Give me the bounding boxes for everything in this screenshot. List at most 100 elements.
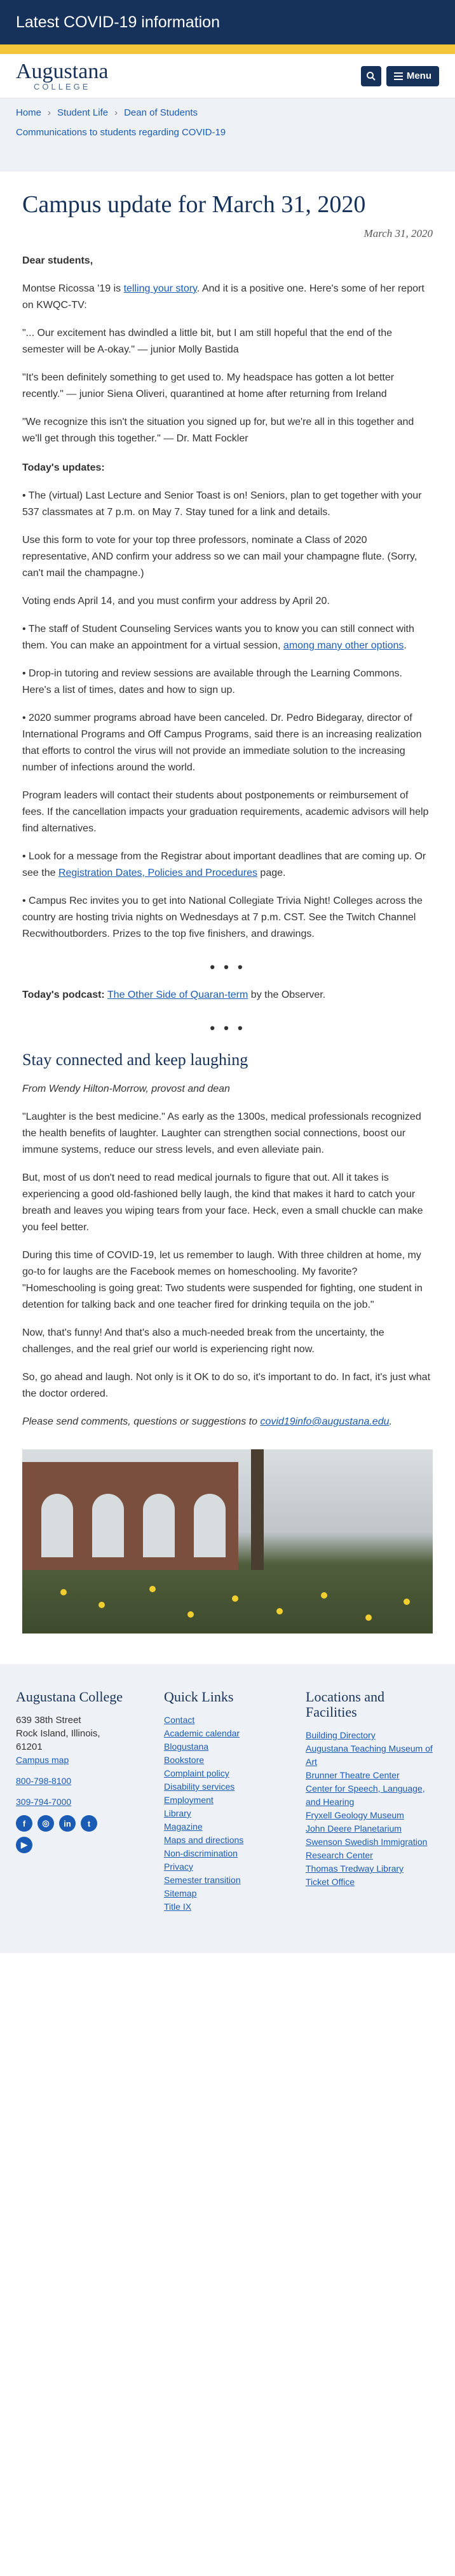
- laughter-paragraph-2: But, most of us don't need to read medic…: [22, 1172, 423, 1233]
- closing-end: .: [389, 1416, 392, 1427]
- menu-button[interactable]: Menu: [386, 65, 439, 86]
- covid-banner-text[interactable]: Latest COVID-19 information: [16, 13, 220, 32]
- instagram-icon[interactable]: ◎: [37, 1815, 54, 1832]
- gold-stripe: [0, 44, 455, 54]
- hamburger-icon: [393, 72, 403, 80]
- section-divider: • • •: [210, 1020, 245, 1036]
- footer-address-line: Rock Island, Illinois,: [16, 1728, 100, 1739]
- footer-college-name: Augustana College: [16, 1689, 123, 1705]
- location-link[interactable]: Building Directory: [306, 1729, 439, 1742]
- campus-photo: [22, 1449, 433, 1633]
- page-title: Campus update for March 31, 2020: [22, 191, 366, 218]
- intro-text: Montse Ricossa '19 is: [22, 283, 124, 294]
- linkedin-icon[interactable]: in: [59, 1815, 76, 1832]
- quick-link[interactable]: Complaint policy: [164, 1767, 278, 1780]
- photo-daffodil: [98, 1602, 105, 1608]
- phone-link-2[interactable]: 309-794-7000: [16, 1795, 137, 1809]
- quick-link[interactable]: Sitemap: [164, 1887, 278, 1900]
- photo-tree: [251, 1449, 264, 1570]
- quick-link[interactable]: Privacy: [164, 1860, 278, 1874]
- photo-daffodil: [149, 1586, 156, 1592]
- quick-link[interactable]: Library: [164, 1807, 278, 1820]
- podcast-text-end: by the Observer.: [248, 989, 326, 1000]
- location-link[interactable]: Center for Speech, Language, and Hearing: [306, 1782, 439, 1809]
- quote-siena: "It's been definitely something to get u…: [22, 372, 395, 399]
- facebook-icon[interactable]: f: [16, 1815, 32, 1832]
- telling-your-story-link[interactable]: telling your story: [124, 283, 197, 294]
- quick-link[interactable]: Bookstore: [164, 1754, 278, 1767]
- section-title: Stay connected and keep laughing: [22, 1050, 248, 1069]
- youtube-icon[interactable]: ▶: [16, 1837, 32, 1853]
- photo-daffodil: [404, 1599, 410, 1605]
- logo-subtext: COLLEGE: [34, 82, 91, 91]
- closing-text: Please send comments, questions or sugge…: [22, 1416, 257, 1427]
- footer-address-line: 61201: [16, 1741, 43, 1752]
- quick-link[interactable]: Magazine: [164, 1820, 278, 1834]
- location-link[interactable]: John Deere Planetarium: [306, 1822, 439, 1835]
- quick-link[interactable]: Title IX: [164, 1900, 278, 1914]
- quick-link[interactable]: Non-discrimination: [164, 1847, 278, 1860]
- quick-link[interactable]: Maps and directions: [164, 1834, 278, 1847]
- social-links: f ◎ in t ▶: [16, 1815, 118, 1853]
- phone-link-1[interactable]: 800-798-8100: [16, 1774, 137, 1788]
- podcast-link[interactable]: The Other Side of Quaran-term: [107, 989, 248, 1000]
- breadcrumb-home[interactable]: Home: [16, 107, 41, 118]
- search-button[interactable]: [360, 65, 381, 86]
- photo-arch: [92, 1494, 124, 1557]
- logo-wordmark: Augustana: [16, 60, 109, 83]
- augustana-logo[interactable]: Augustana COLLEGE: [16, 61, 108, 91]
- locations-title: Locations and Facilities: [306, 1689, 385, 1720]
- closing-paragraph: Please send comments, questions or sugge…: [22, 1414, 433, 1430]
- twitter-icon[interactable]: t: [81, 1815, 97, 1832]
- registrar-text-end: page.: [257, 868, 286, 878]
- header-buttons: Menu: [360, 65, 439, 86]
- location-link[interactable]: Swenson Swedish Immigration Research Cen…: [306, 1835, 439, 1862]
- laughter-paragraph-1: "Laughter is the best medicine." As earl…: [22, 1111, 421, 1155]
- quick-links-title: Quick Links: [164, 1689, 234, 1705]
- quick-link[interactable]: Disability services: [164, 1780, 278, 1794]
- laughter-paragraph-5: So, go ahead and laugh. Not only is it O…: [22, 1372, 431, 1399]
- podcast-paragraph: Today's podcast: The Other Side of Quara…: [22, 987, 433, 1003]
- quick-link[interactable]: Academic calendar: [164, 1727, 278, 1740]
- photo-daffodil: [187, 1611, 194, 1618]
- laughter-paragraph-3: During this time of COVID-19, let us rem…: [22, 1250, 423, 1310]
- breadcrumb-dean-of-students[interactable]: Dean of Students: [124, 107, 198, 118]
- article: Campus update for March 31, 2020 March 3…: [0, 189, 455, 1633]
- footer-contact: Augustana College 639 38th Street Rock I…: [16, 1689, 137, 1937]
- photo-arch: [41, 1494, 73, 1557]
- campus-map-link[interactable]: Campus map: [16, 1754, 137, 1767]
- photo-daffodil: [321, 1592, 327, 1599]
- location-link[interactable]: Thomas Tredway Library: [306, 1862, 439, 1875]
- section-divider: • • •: [210, 959, 245, 975]
- footer-locations: Locations and Facilities Building Direct…: [306, 1689, 439, 1937]
- location-link[interactable]: Brunner Theatre Center: [306, 1769, 439, 1782]
- quick-link[interactable]: Contact: [164, 1714, 278, 1727]
- email-link[interactable]: covid19info@augustana.edu: [260, 1416, 389, 1427]
- quote-molly: "... Our excitement has dwindled a littl…: [22, 328, 392, 355]
- photo-arch: [194, 1494, 226, 1557]
- chevron-right-icon: ›: [48, 107, 51, 118]
- photo-daffodil: [276, 1608, 283, 1614]
- location-link[interactable]: Augustana Teaching Museum of Art: [306, 1742, 439, 1769]
- salutation: Dear students,: [22, 255, 93, 266]
- site-footer: Augustana College 639 38th Street Rock I…: [0, 1664, 455, 1953]
- breadcrumb-student-life[interactable]: Student Life: [57, 107, 108, 118]
- breadcrumb: Home › Student Life › Dean of Students C…: [0, 98, 455, 171]
- registration-dates-link[interactable]: Registration Dates, Policies and Procedu…: [58, 868, 257, 878]
- site-header: Augustana COLLEGE Menu: [0, 54, 455, 98]
- breadcrumb-covid-communications[interactable]: Communications to students regarding COV…: [16, 127, 439, 138]
- update-programs-canceled: • 2020 summer programs abroad have been …: [22, 713, 422, 773]
- article-date: March 31, 2020: [363, 227, 433, 239]
- quick-link[interactable]: Blogustana: [164, 1740, 278, 1754]
- intro-paragraph: Montse Ricossa '19 is telling your story…: [22, 281, 433, 314]
- search-icon: [366, 71, 376, 81]
- counseling-options-link[interactable]: among many other options: [283, 640, 404, 651]
- photo-daffodil: [60, 1589, 67, 1595]
- location-link[interactable]: Ticket Office: [306, 1875, 439, 1889]
- breadcrumb-trail: Home › Student Life › Dean of Students: [16, 107, 439, 118]
- chevron-right-icon: ›: [114, 107, 118, 118]
- covid-banner[interactable]: Latest COVID-19 information: [0, 0, 455, 44]
- quick-link[interactable]: Employment: [164, 1794, 278, 1807]
- quick-link[interactable]: Semester transition: [164, 1874, 278, 1887]
- location-link[interactable]: Fryxell Geology Museum: [306, 1809, 439, 1822]
